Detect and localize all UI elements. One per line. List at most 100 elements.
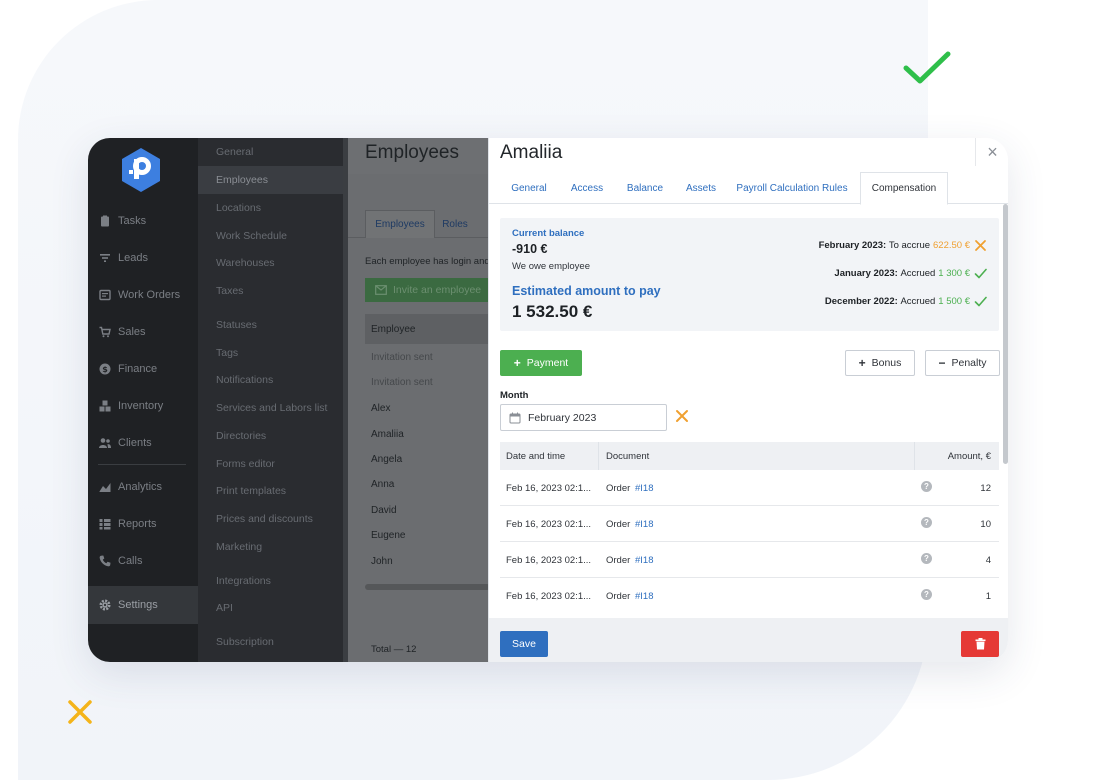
chart-icon [98,480,112,494]
nav-label: Leads [118,252,148,264]
calendar-icon [509,412,521,423]
submenu-item-warehouses[interactable]: Warehouses [198,249,348,277]
accrual-text: Accrued [900,268,936,279]
tab-assets[interactable]: Assets [676,172,726,204]
order-link[interactable]: #I18 [635,555,654,566]
table-row[interactable]: Feb 16, 2023 02:1... Order #I18 ? 4 [500,542,999,578]
month-picker[interactable]: February 2023 [500,404,667,431]
add-bonus-button[interactable]: + Bonus [845,350,915,376]
nav-item-work-orders[interactable]: Work Orders [88,277,198,313]
order-link[interactable]: #I18 [635,591,654,602]
list-item[interactable]: John [371,556,393,567]
list-item[interactable]: Invitation sent [371,352,433,363]
close-button[interactable]: × [975,138,1008,166]
tab-general[interactable]: General [500,172,558,204]
nav-label: Clients [118,437,152,449]
submenu-item-statuses[interactable]: Statuses [198,311,348,339]
panel-scrollbar[interactable] [1003,204,1008,464]
cell-document: Order [606,591,631,602]
nav-item-finance[interactable]: $ Finance [88,351,198,387]
nav-item-sales[interactable]: Sales [88,314,198,350]
table-row[interactable]: Feb 16, 2023 02:1... Order #I18 ? 1 [500,578,999,614]
trash-icon [975,638,985,650]
nav-item-inventory[interactable]: Inventory [88,388,198,424]
tab-roles[interactable]: Roles [435,210,475,238]
nav-label: Settings [118,599,158,611]
nav-item-settings[interactable]: Settings [88,586,198,624]
submenu-item-work-schedule[interactable]: Work Schedule [198,222,348,250]
tab-payroll-rules[interactable]: Payroll Calculation Rules [729,172,855,204]
order-link[interactable]: #I18 [635,483,654,494]
tab-employees[interactable]: Employees [365,210,435,238]
cell-document: Order [606,519,631,530]
submenu-item-tags[interactable]: Tags [198,339,348,367]
order-link[interactable]: #I18 [635,519,654,530]
submenu-item-api[interactable]: API [198,594,348,622]
column-header-document[interactable]: Document [606,451,649,462]
nav-item-analytics[interactable]: Analytics [88,469,198,505]
tab-balance[interactable]: Balance [616,172,674,204]
submenu-item-locations[interactable]: Locations [198,194,348,222]
cross-decoration-icon [68,700,92,724]
employees-page: Employees Employees Roles Each employee … [348,138,495,662]
submenu-item-marketing[interactable]: Marketing [198,533,348,561]
list-item[interactable]: Angela [371,454,402,465]
column-header-amount[interactable]: Amount, € [948,451,991,462]
list-item[interactable]: Alex [371,403,390,414]
help-icon[interactable]: ? [921,589,932,600]
table-row[interactable]: Feb 16, 2023 02:1... Order #I18 ? 10 [500,506,999,542]
submenu-item-forms-editor[interactable]: Forms editor [198,450,348,478]
month-value: February 2023 [528,411,597,424]
employee-column-header[interactable]: Employee [365,314,490,344]
submenu-item-integrations[interactable]: Integrations [198,567,348,595]
horizontal-scrollbar[interactable] [365,584,490,590]
submenu-item-directories[interactable]: Directories [198,422,348,450]
list-item[interactable]: Invitation sent [371,377,433,388]
clear-month-icon[interactable] [675,409,689,423]
list-item[interactable]: Amaliia [371,429,404,440]
nav-item-reports[interactable]: Reports [88,506,198,542]
tab-compensation[interactable]: Compensation [860,172,948,205]
employee-panel: Amaliia × General Access Balance Assets … [488,138,1008,662]
bonus-label: Bonus [871,357,902,369]
submenu-item-prices[interactable]: Prices and discounts [198,505,348,533]
cell-amount: 10 [980,519,991,530]
submenu-item-taxes[interactable]: Taxes [198,277,348,305]
list-item[interactable]: Anna [371,479,394,490]
nav-label: Reports [118,518,157,530]
submenu-item-employees[interactable]: Employees [198,166,348,194]
nav-item-clients[interactable]: Clients [88,425,198,461]
nav-item-leads[interactable]: Leads [88,240,198,276]
invite-employee-button[interactable]: Invite an employee [365,278,495,302]
total-count: Total — 12 [371,644,417,655]
add-payment-button[interactable]: + Payment [500,350,582,376]
nav-item-tasks[interactable]: Tasks [88,203,198,239]
help-icon[interactable]: ? [921,481,932,492]
tab-access[interactable]: Access [560,172,614,204]
estimated-label: Estimated amount to pay [512,284,661,298]
submenu-item-print-templates[interactable]: Print templates [198,477,348,505]
current-balance-value: -910 € [512,242,548,256]
submenu-item-services[interactable]: Services and Labors list [198,394,348,422]
cell-amount: 12 [980,483,991,494]
nav-item-calls[interactable]: Calls [88,543,198,579]
accrual-amount: 1 300 € [938,268,970,279]
help-icon[interactable]: ? [921,553,932,564]
nav-label: Sales [118,326,146,338]
users-icon [98,436,112,450]
list-item[interactable]: Eugene [371,530,405,541]
column-header-date[interactable]: Date and time [506,451,565,462]
phone-icon [98,554,112,568]
save-button[interactable]: Save [500,631,548,657]
panel-title: Amaliia [500,142,563,163]
table-row[interactable]: Feb 16, 2023 02:1... Order #I18 ? 12 [500,470,999,506]
help-icon[interactable]: ? [921,517,932,528]
boxes-icon [98,399,112,413]
list-item[interactable]: David [371,505,397,516]
submenu-item-notifications[interactable]: Notifications [198,366,348,394]
add-penalty-button[interactable]: − Penalty [925,350,1000,376]
submenu-item-general[interactable]: General [198,138,348,166]
delete-button[interactable] [961,631,999,657]
column-divider [598,442,599,470]
submenu-item-subscription[interactable]: Subscription [198,628,348,656]
